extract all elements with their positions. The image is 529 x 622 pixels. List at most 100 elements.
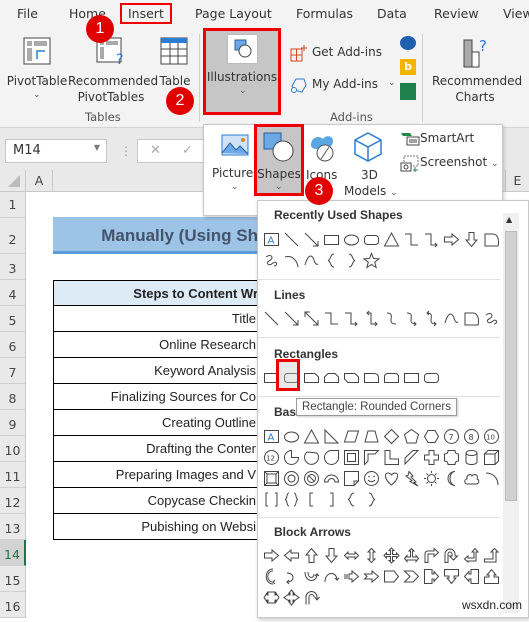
shape-bentup-icon[interactable] bbox=[482, 546, 501, 565]
shape-cross-icon[interactable] bbox=[422, 448, 441, 467]
tab-file[interactable]: File bbox=[17, 6, 38, 21]
shape-lbrace-icon[interactable] bbox=[342, 490, 361, 509]
shape-lrupar-icon[interactable] bbox=[402, 546, 421, 565]
shape-tri-icon[interactable] bbox=[382, 230, 401, 249]
shape-heart-icon[interactable] bbox=[382, 469, 401, 488]
select-all-button[interactable] bbox=[0, 170, 26, 192]
row-header[interactable]: 13 bbox=[0, 514, 26, 540]
shape-can-icon[interactable] bbox=[462, 448, 481, 467]
shape-rtri-icon[interactable] bbox=[322, 427, 341, 446]
shape-elbowarrow-icon[interactable] bbox=[342, 309, 361, 328]
shape-rbrace-icon[interactable] bbox=[342, 251, 361, 270]
shape-dec-icon[interactable]: 10 bbox=[482, 427, 501, 446]
scroll-up-icon[interactable]: ▲ bbox=[506, 215, 512, 224]
shape-udarrow-icon[interactable] bbox=[362, 546, 381, 565]
shape-frame-icon[interactable] bbox=[342, 448, 361, 467]
shape-curvleft-icon[interactable] bbox=[282, 567, 301, 586]
shape-wave-icon[interactable] bbox=[302, 251, 321, 270]
row-header[interactable]: 5 bbox=[0, 306, 26, 332]
tab-review[interactable]: Review bbox=[434, 6, 479, 21]
shape-ucallout-icon[interactable] bbox=[482, 567, 501, 586]
tab-formulas[interactable]: Formulas bbox=[296, 6, 353, 21]
shape-nosym-icon[interactable] bbox=[302, 469, 321, 488]
shape-smiley-icon[interactable] bbox=[362, 469, 381, 488]
shape-snip2-icon[interactable] bbox=[322, 368, 341, 387]
row-header[interactable]: 4 bbox=[0, 280, 26, 306]
screenshot-button[interactable]: Screenshot ⌄ bbox=[400, 154, 500, 174]
shape-tri-icon[interactable] bbox=[302, 427, 321, 446]
shape-cloud-icon[interactable] bbox=[462, 469, 481, 488]
shape-plaque-icon[interactable] bbox=[442, 448, 461, 467]
table-cell[interactable]: Keyword Analysis bbox=[53, 358, 258, 384]
tab-page-layout[interactable]: Page Layout bbox=[195, 6, 272, 21]
shape-bolt-icon[interactable] bbox=[402, 469, 421, 488]
shape-oval-icon[interactable] bbox=[342, 230, 361, 249]
sheet-title-cell[interactable]: Manually (Using Sh bbox=[53, 217, 258, 254]
shape-scribble-icon[interactable] bbox=[482, 309, 501, 328]
recommended-pivottables-button[interactable]: ? Recommended PivotTables bbox=[68, 34, 158, 109]
shape-rarrow-icon[interactable] bbox=[262, 546, 281, 565]
shape-lshape-icon[interactable] bbox=[382, 448, 401, 467]
shape-textbox-icon[interactable]: A bbox=[262, 230, 281, 249]
cancel-icon[interactable]: ✕ bbox=[150, 143, 161, 158]
shape-rarrow-icon[interactable] bbox=[442, 230, 461, 249]
enter-icon[interactable]: ✓ bbox=[182, 143, 193, 158]
dropdown-arrow-icon[interactable]: ▼ bbox=[94, 143, 100, 152]
pivot-table-button[interactable]: PivotTable ⌄ bbox=[5, 34, 69, 109]
shape-scribble-icon[interactable] bbox=[262, 251, 281, 270]
row-header[interactable]: 15 bbox=[0, 566, 26, 592]
shape-rbrace-icon[interactable] bbox=[362, 490, 381, 509]
tab-insert[interactable]: Insert bbox=[120, 3, 172, 24]
shape-lbrace-icon[interactable] bbox=[322, 251, 341, 270]
shape-stripedr-icon[interactable] bbox=[342, 567, 361, 586]
shape-diamond-icon[interactable] bbox=[382, 427, 401, 446]
shape-halfframe-icon[interactable] bbox=[362, 448, 381, 467]
shape-pentagon-icon[interactable] bbox=[382, 567, 401, 586]
scroll-thumb[interactable] bbox=[505, 231, 517, 501]
shape-line-icon[interactable] bbox=[262, 309, 281, 328]
bing-maps-icon[interactable]: b bbox=[400, 59, 416, 75]
table-cell[interactable]: Drafting the Conter bbox=[53, 436, 258, 462]
shape-rbracket-icon[interactable] bbox=[322, 490, 341, 509]
shape-uturn-icon[interactable] bbox=[442, 546, 461, 565]
shape-dodec-icon[interactable]: 12 bbox=[262, 448, 281, 467]
shape-curvup-icon[interactable] bbox=[302, 567, 321, 586]
shape-quadcallout-icon[interactable] bbox=[282, 588, 301, 607]
shape-dblbrace-icon[interactable] bbox=[282, 490, 301, 509]
shape-star-icon[interactable] bbox=[362, 251, 381, 270]
row-header[interactable]: 7 bbox=[0, 358, 26, 384]
shape-blockarc-icon[interactable] bbox=[322, 469, 341, 488]
shape-line-icon[interactable] bbox=[282, 230, 301, 249]
shape-larrow-icon[interactable] bbox=[282, 546, 301, 565]
shape-dcallout-icon[interactable] bbox=[442, 567, 461, 586]
shape-elbow-icon[interactable] bbox=[322, 309, 341, 328]
column-header-a[interactable]: A bbox=[26, 170, 53, 192]
shape-para-icon[interactable] bbox=[342, 427, 361, 446]
shape-lrcallout-icon[interactable] bbox=[262, 588, 281, 607]
shape-round1-icon[interactable] bbox=[362, 368, 381, 387]
shape-arrowline-icon[interactable] bbox=[282, 309, 301, 328]
table-header-cell[interactable]: Steps to Content Wr bbox=[53, 280, 258, 306]
table-cell[interactable]: Copycase Checkin bbox=[53, 488, 258, 514]
shape-dblarrow-icon[interactable] bbox=[302, 309, 321, 328]
shape-cube-icon[interactable] bbox=[482, 448, 501, 467]
shape-sun-icon[interactable] bbox=[422, 469, 441, 488]
shape-freeform-icon[interactable] bbox=[482, 230, 501, 249]
shape-pie-icon[interactable] bbox=[282, 448, 301, 467]
row-header[interactable]: 9 bbox=[0, 410, 26, 436]
shape-chord-icon[interactable] bbox=[302, 448, 321, 467]
shape-chevron-icon[interactable] bbox=[402, 567, 421, 586]
shapes-button[interactable]: Shapes ⌄ bbox=[254, 124, 304, 196]
row-header[interactable]: 2 bbox=[0, 218, 26, 254]
name-box[interactable]: M14 ▼ bbox=[5, 139, 107, 163]
row-header[interactable]: 6 bbox=[0, 332, 26, 358]
shape-rcallout-icon[interactable] bbox=[422, 567, 441, 586]
shape-diagstripe-icon[interactable] bbox=[402, 448, 421, 467]
table-cell[interactable]: Online Research bbox=[53, 332, 258, 358]
scrollbar[interactable]: ▲ bbox=[503, 213, 519, 613]
table-cell[interactable]: Creating Outline bbox=[53, 410, 258, 436]
row-header[interactable]: 11 bbox=[0, 462, 26, 488]
table-cell[interactable]: Title bbox=[53, 306, 258, 332]
shape-fold-icon[interactable] bbox=[342, 469, 361, 488]
shape-snip3-icon[interactable] bbox=[342, 368, 361, 387]
